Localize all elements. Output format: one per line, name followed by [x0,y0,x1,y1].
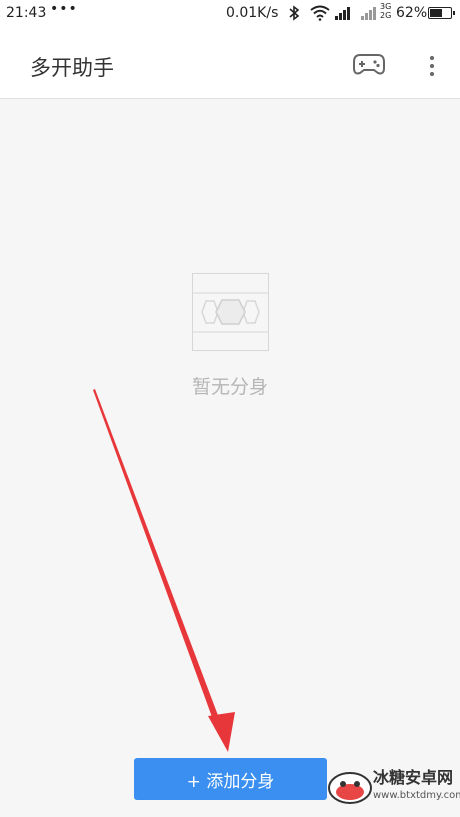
watermark-logo-icon [328,772,372,804]
add-clone-button[interactable]: + 添加分身 [134,758,327,800]
annotation-arrow [93,389,235,752]
watermark-url: www.btxtdmy.com [373,790,460,801]
watermark: 冰糖安卓网 www.btxtdmy.com [325,756,460,814]
watermark-title: 冰糖安卓网 [373,768,454,787]
